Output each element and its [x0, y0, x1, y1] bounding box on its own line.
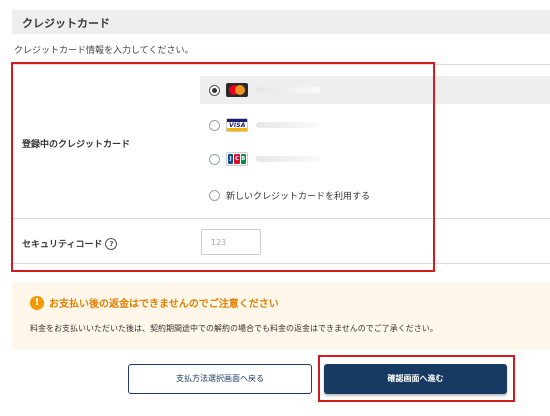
card-option-new[interactable]: 新しいクレジットカードを利用する	[200, 181, 550, 209]
jcb-logo-icon: J C B	[226, 152, 248, 166]
intro-text: クレジットカード情報を入力してください。	[14, 46, 194, 56]
card-radio-new[interactable]	[209, 189, 220, 201]
divider	[12, 64, 550, 65]
security-code-label-text: セキュリティコード	[22, 240, 103, 250]
help-icon[interactable]: ?	[105, 237, 118, 250]
section-title: クレジットカード	[22, 17, 110, 30]
notice-body: 料金をお支払いいただいた後は、契約期間途中での解約の場合でも料金の返金はできませ…	[30, 324, 438, 333]
masked-card-number	[256, 122, 320, 128]
saved-cards-label: 登録中のクレジットカード	[22, 140, 131, 150]
card-option-mastercard[interactable]	[200, 76, 550, 104]
mastercard-logo-icon	[226, 83, 248, 97]
masked-card-number	[256, 156, 320, 162]
divider	[12, 263, 550, 264]
warning-icon: !	[30, 295, 44, 310]
notice-title: お支払い後の返金はできませんのでご注意ください	[49, 299, 279, 310]
card-option-visa[interactable]: VISA	[200, 111, 550, 139]
security-code-label: セキュリティコード ?	[22, 237, 118, 250]
card-radio-jcb[interactable]	[209, 153, 220, 165]
card-radio-visa[interactable]	[209, 119, 220, 131]
proceed-to-confirm-button[interactable]: 確認画面へ進む	[324, 364, 507, 394]
security-code-input[interactable]	[201, 229, 261, 255]
visa-logo-icon: VISA	[226, 118, 248, 132]
masked-card-number	[256, 87, 320, 93]
notice-title-row: ! お支払い後の返金はできませんのでご注意ください	[30, 295, 279, 310]
credit-card-page: クレジットカード クレジットカード情報を入力してください。 登録中のクレジットカ…	[0, 0, 550, 416]
new-card-label[interactable]: 新しいクレジットカードを利用する	[226, 189, 370, 202]
divider	[12, 218, 550, 219]
back-to-payment-method-button[interactable]: 支払方法選択画面へ戻る	[128, 364, 312, 394]
card-option-jcb[interactable]: J C B	[200, 145, 550, 173]
refund-notice: ! お支払い後の返金はできませんのでご注意ください 料金をお支払いいただいた後は…	[12, 282, 550, 350]
card-radio-mastercard[interactable]	[209, 84, 220, 96]
section-header: クレジットカード	[12, 10, 550, 34]
